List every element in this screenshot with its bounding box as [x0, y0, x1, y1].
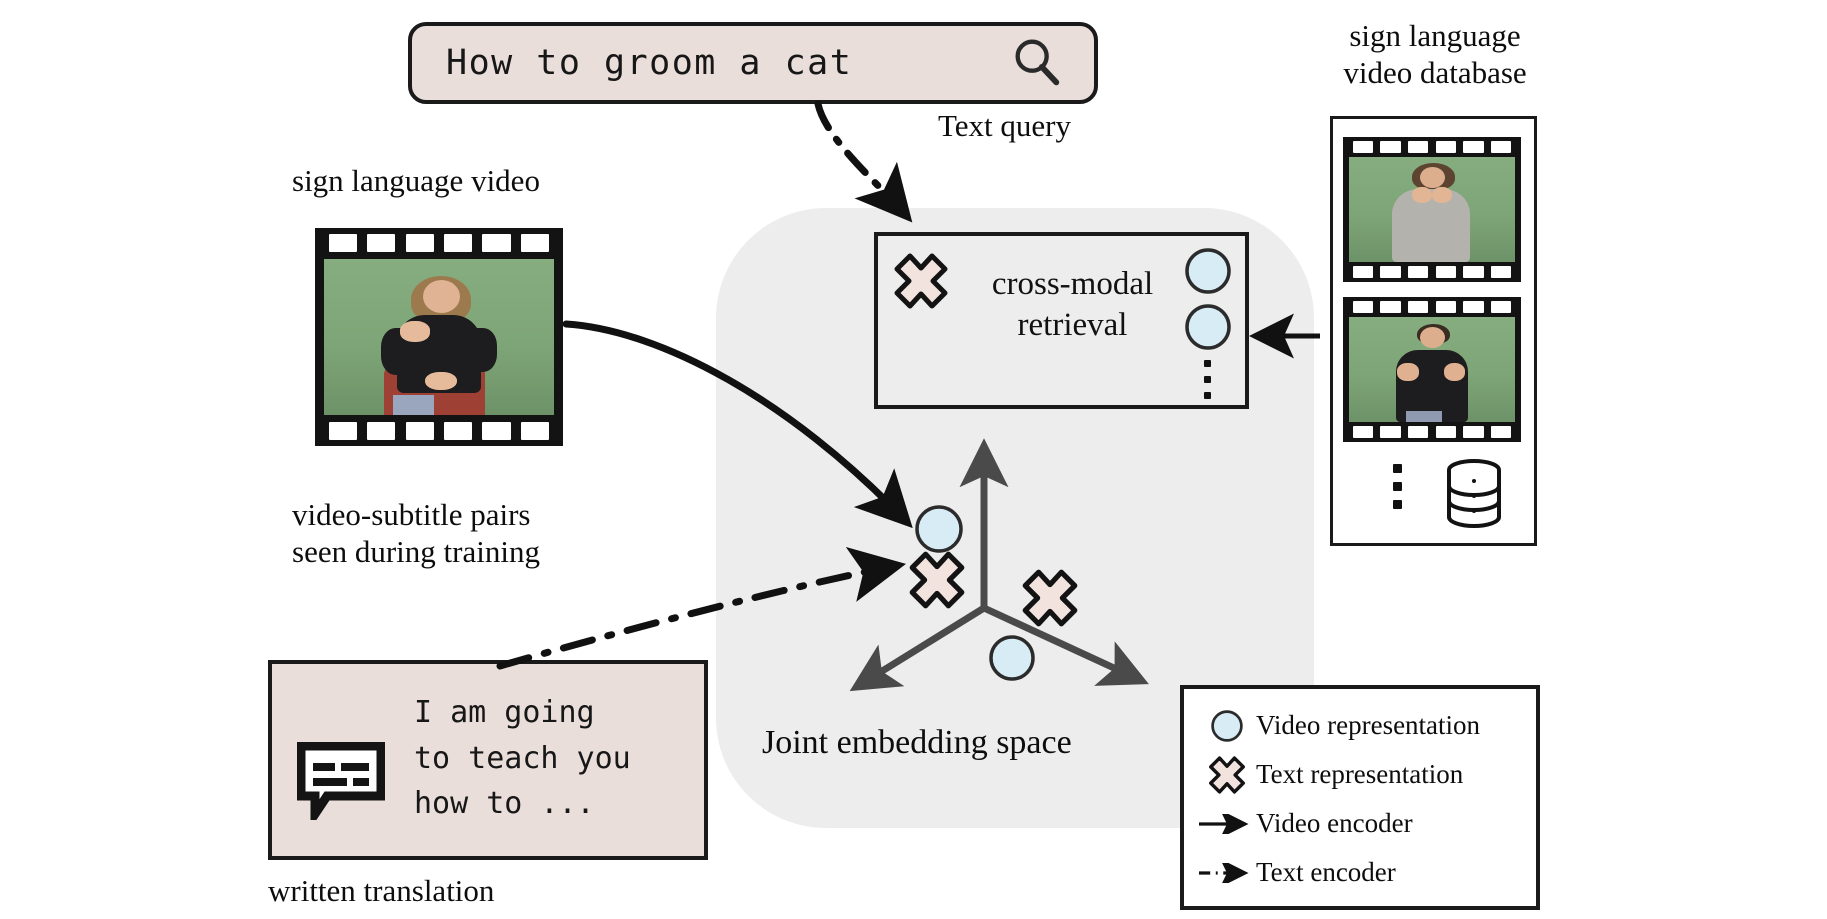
legend-item-text-encoder: Text encoder	[1198, 848, 1536, 897]
sign-language-video-thumbnail[interactable]	[315, 228, 563, 446]
vertical-ellipsis-database	[1393, 464, 1402, 509]
cross-marker-icon	[1198, 754, 1256, 796]
video-frame-left	[323, 258, 555, 416]
legend-label-video-encoder: Video encoder	[1256, 808, 1413, 838]
dash-dot-arrow-icon	[1198, 852, 1256, 894]
film-sprockets-top	[1343, 137, 1521, 157]
database-video-thumbnail-1[interactable]	[1343, 137, 1521, 282]
film-sprockets-bottom	[1343, 262, 1521, 282]
video-representation-marker-retrieval-2	[1185, 304, 1231, 350]
search-icon[interactable]	[1008, 34, 1066, 92]
cross-modal-retrieval-label: cross-modal retrieval	[991, 266, 1154, 344]
text-encoder-arrow-query	[814, 100, 913, 223]
film-sprockets-bottom	[1343, 422, 1521, 442]
text-representation-marker-embedding-2	[1022, 569, 1078, 627]
circle-marker-icon	[1198, 705, 1256, 747]
database-cylinder-icon	[1447, 459, 1501, 528]
subtitle-bubble-icon	[297, 742, 385, 820]
cross-modal-retrieval-box[interactable]: cross-modal retrieval	[874, 232, 1249, 409]
solid-arrow-icon	[1198, 803, 1256, 845]
written-translation-box[interactable]: I am going to teach you how to ...	[268, 660, 708, 860]
film-sprockets-top	[315, 228, 563, 259]
legend-label-text-representation: Text representation	[1256, 759, 1464, 789]
text-representation-marker-retrieval	[894, 253, 948, 309]
joint-embedding-space-label: Joint embedding space	[762, 724, 1072, 761]
vertical-ellipsis-retrieval	[1204, 360, 1211, 399]
sign-language-video-database-panel[interactable]	[1330, 116, 1537, 546]
video-subtitle-pairs-caption: video-subtitle pairs seen during trainin…	[292, 497, 540, 569]
legend-item-text-representation: Text representation	[1198, 750, 1536, 799]
video-frame-db-1	[1349, 157, 1515, 262]
written-translation-text: I am going to teach you how to ...	[414, 695, 631, 822]
legend-label-video-representation: Video representation	[1256, 710, 1481, 740]
film-sprockets-top	[1343, 297, 1521, 317]
legend-item-video-encoder: Video encoder	[1198, 799, 1536, 848]
legend-item-video-representation: Video representation	[1198, 701, 1536, 750]
legend-label-text-encoder: Text encoder	[1256, 857, 1396, 887]
text-query-caption: Text query	[938, 108, 1071, 143]
text-query-box[interactable]: How to groom a cat	[408, 22, 1098, 104]
text-query-value: How to groom a cat	[446, 43, 853, 83]
legend-box: Video representation Text representation	[1180, 685, 1540, 910]
text-representation-marker-embedding-1	[909, 551, 965, 609]
video-representation-marker-retrieval-1	[1185, 248, 1231, 294]
video-database-caption: sign language video database	[1343, 18, 1527, 90]
database-video-thumbnail-2[interactable]	[1343, 297, 1521, 442]
video-representation-marker-embedding-2	[989, 635, 1035, 681]
written-translation-caption: written translation	[268, 873, 495, 908]
diagram-canvas: How to groom a cat Text query sign langu…	[0, 0, 1827, 919]
video-frame-db-2	[1349, 317, 1515, 422]
film-sprockets-bottom	[315, 415, 563, 446]
sign-language-video-caption: sign language video	[292, 163, 540, 198]
